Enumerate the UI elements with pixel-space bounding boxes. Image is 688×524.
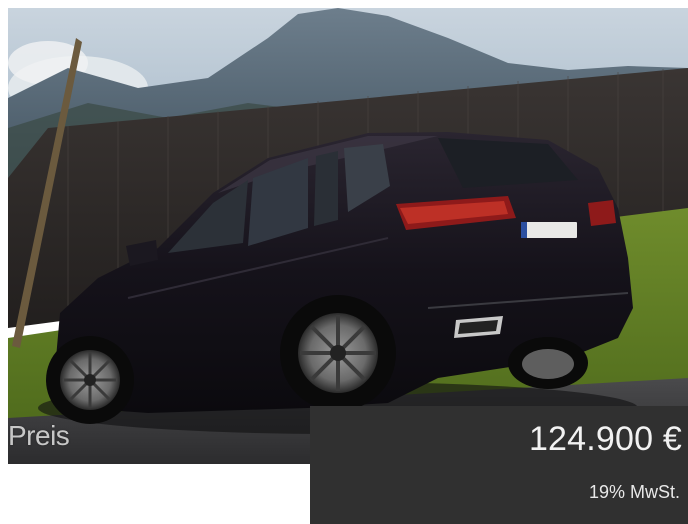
vehicle-photo xyxy=(8,8,688,464)
price-value: 124.900 € xyxy=(528,420,682,458)
price-panel: 124.900 € 19% MwSt. xyxy=(310,406,688,524)
vat-note: 19% MwSt. xyxy=(588,482,680,502)
price-label: Preis xyxy=(8,420,70,451)
